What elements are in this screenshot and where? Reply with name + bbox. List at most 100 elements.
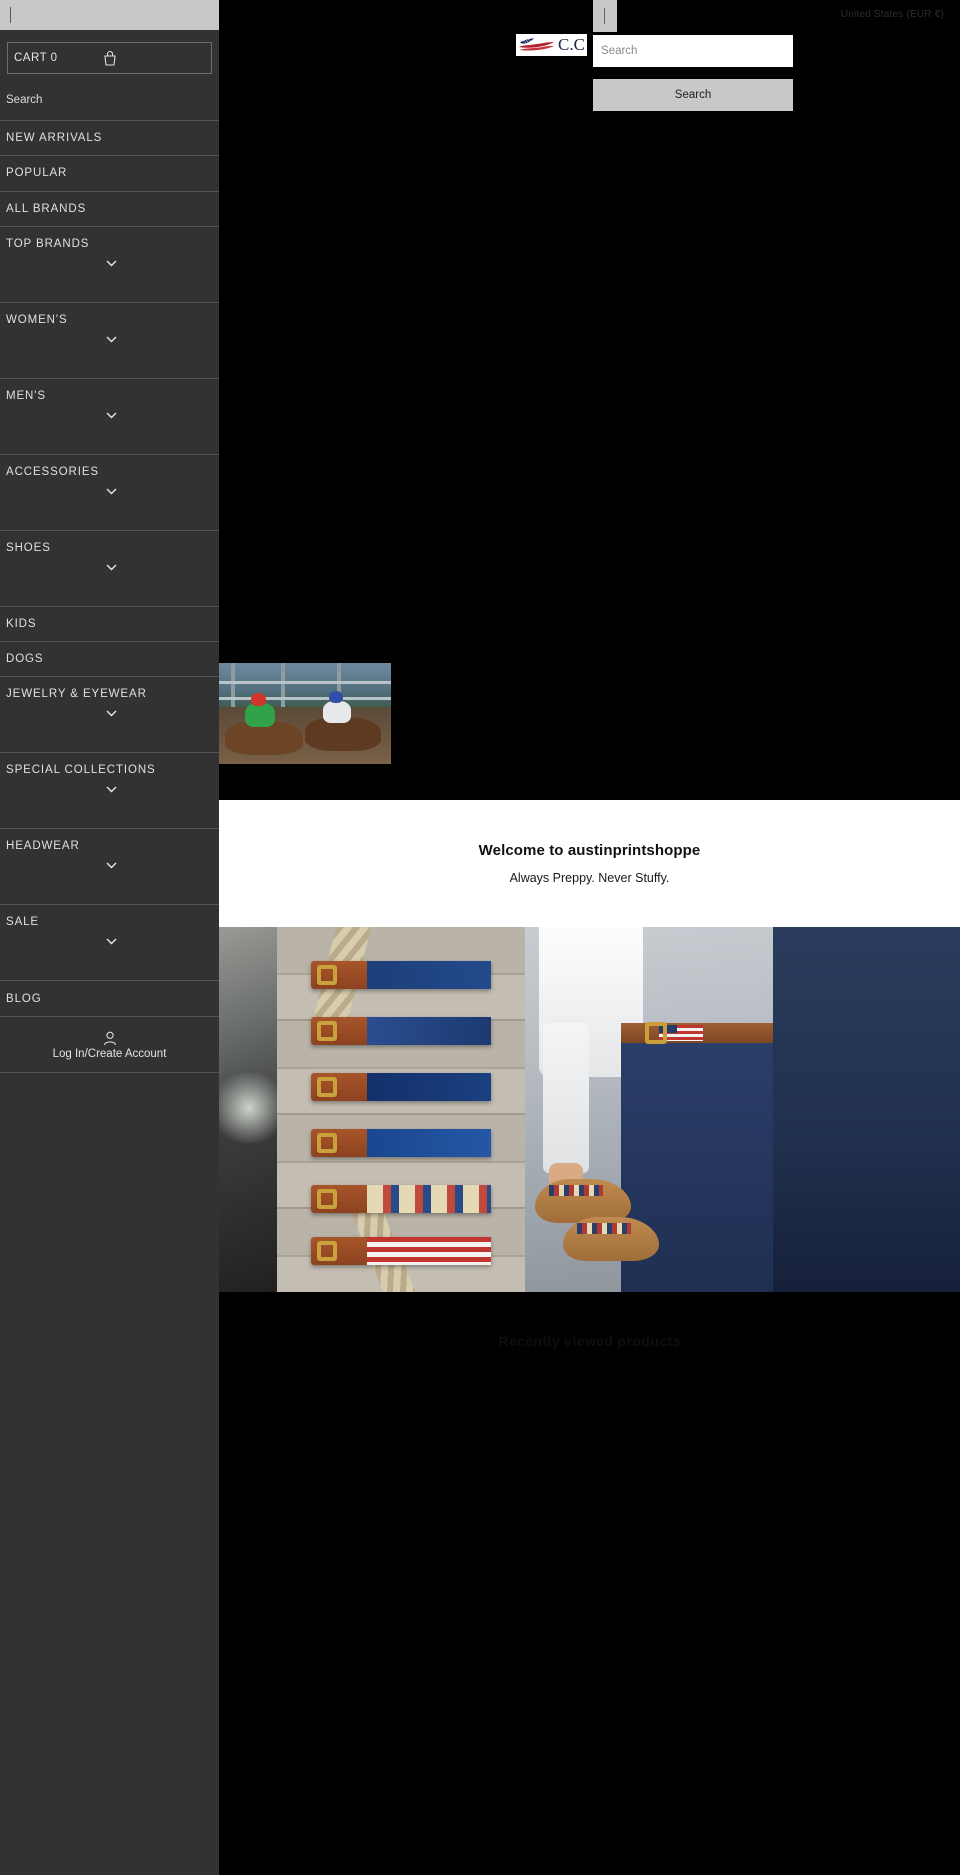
site-logo[interactable]: C.C [516,34,587,56]
user-icon [103,1031,117,1046]
chevron-down-icon[interactable] [106,786,117,793]
chevron-down-icon[interactable] [106,710,117,717]
sidebar-item-blog[interactable]: BLOG [0,981,219,1017]
chevron-down-icon[interactable] [106,862,117,869]
sidebar-item-label: SPECIAL COLLECTIONS [6,764,156,777]
sidebar-item-label: HEADWEAR [6,840,80,853]
sidebar-item-new-arrivals[interactable]: NEW ARRIVALS [0,121,219,157]
belt-buckle [645,1022,667,1044]
track-rail [219,681,391,684]
belt-webbing [367,1237,491,1265]
sidebar-item-headwear[interactable]: HEADWEAR [0,829,219,906]
sidebar-item-label: KIDS [6,618,37,631]
sidebar-search-link[interactable]: Search [0,79,219,121]
chevron-down-icon[interactable] [106,260,117,267]
sidebar-item-kids[interactable]: KIDS [0,607,219,643]
sidebar-item-dogs[interactable]: DOGS [0,642,219,678]
chevron-down-icon[interactable] [106,564,117,571]
chevron-down-icon[interactable] [106,488,117,495]
gallery-tile-street[interactable] [219,927,277,1292]
sidebar-item-jewelry-eyewear[interactable]: JEWELRY & EYEWEAR [0,677,219,754]
rail-post [231,663,235,710]
loafer-ribbon-strap [577,1223,631,1234]
page-subtitle: Always Preppy. Never Stuffy. [509,871,670,885]
sidebar-item-label: MEN'S [6,389,46,402]
account-link[interactable]: Log In/Create Account [0,1017,219,1073]
sidebar-item-label: POPULAR [6,167,68,180]
section-heading: Recently viewed products [498,1333,681,1349]
belt-item[interactable] [311,961,491,989]
sidebar-search-field[interactable] [0,0,219,30]
sidebar-item-top-brands[interactable]: TOP BRANDS [0,227,219,303]
cart-label: CART 0 [14,52,58,64]
sidebar-item-label: WOMEN'S [6,313,68,326]
shopping-bag-icon [102,50,118,67]
track-rail [219,697,391,700]
belt-buckle [317,1021,337,1041]
sidebar-item-shoes[interactable]: SHOES [0,531,219,607]
product-image-gallery [219,927,960,1292]
search-panel-tab[interactable] [593,0,617,32]
welcome-section: Welcome to austinprintshoppe Always Prep… [219,800,960,927]
sidebar-item-mens[interactable]: MEN'S [0,379,219,455]
belt-item[interactable] [311,1185,491,1213]
page-title: Welcome to austinprintshoppe [478,842,701,859]
belt-webbing [367,1017,491,1045]
belt-webbing [367,1185,491,1213]
belt-item[interactable] [311,1129,491,1157]
page-root: CART 0 Search NEW ARRIVALS POPULAR ALL B… [0,0,960,1875]
belt-buckle [317,1133,337,1153]
belt-webbing [367,1073,491,1101]
sidebar-search-label: Search [6,93,43,106]
text-cursor [604,8,605,24]
sidebar-item-label: SALE [6,916,40,929]
logo-wordmark: C.C [558,35,585,54]
shirt-sleeve [543,1023,589,1173]
belt-buckle [317,1241,337,1261]
hero-banner [219,30,960,800]
overflow-background [773,927,960,1292]
sidebar-item-sale[interactable]: SALE [0,905,219,982]
sidebar-item-accessories[interactable]: ACCESSORIES [0,455,219,531]
sidebar-item-label: DOGS [6,653,44,666]
sidebar-item-special-collections[interactable]: SPECIAL COLLECTIONS [0,753,219,830]
jockey-silks [245,703,275,727]
text-cursor [10,7,11,23]
sidebar-navigation: CART 0 Search NEW ARRIVALS POPULAR ALL B… [0,0,219,1875]
belt-webbing [367,1129,491,1157]
gallery-tile-belts[interactable] [277,927,525,1292]
belt-buckle [317,1077,337,1097]
sidebar-item-all-brands[interactable]: ALL BRANDS [0,192,219,227]
chevron-down-icon[interactable] [106,336,117,343]
search-input[interactable] [593,35,793,67]
street-highlight [219,1073,277,1143]
usa-flag-logo-icon [518,36,556,54]
sidebar-item-label: NEW ARRIVALS [6,132,103,145]
chevron-down-icon[interactable] [106,938,117,945]
gallery-tile-loafers[interactable] [525,927,773,1292]
worn-flag-belt [621,1023,773,1043]
belt-buckle [317,965,337,985]
loafer-shoe[interactable] [563,1217,659,1261]
sidebar-item-label: TOP BRANDS [6,237,90,250]
belt-item[interactable] [311,1073,491,1101]
belt-item[interactable] [311,1237,491,1265]
belt-item[interactable] [311,1017,491,1045]
search-input-wrapper[interactable] [593,35,793,67]
sidebar-content: CART 0 Search NEW ARRIVALS POPULAR ALL B… [0,30,219,1073]
sidebar-menu-list: NEW ARRIVALS POPULAR ALL BRANDS TOP BRAN… [0,121,219,1017]
top-bar: United States (EUR €) [219,0,960,30]
jockey-helmet [329,691,343,703]
sidebar-item-womens[interactable]: WOMEN'S [0,303,219,379]
gallery-tile-overflow[interactable] [773,927,960,1292]
jockey-silks [323,701,351,723]
chevron-down-icon[interactable] [106,412,117,419]
locale-selector[interactable]: United States (EUR €) [841,9,944,20]
sidebar-item-label: ACCESSORIES [6,465,99,478]
page-background-fill [219,1292,960,1875]
cart-button[interactable]: CART 0 [7,42,212,74]
search-submit-button[interactable]: Search [593,79,793,111]
sidebar-item-popular[interactable]: POPULAR [0,156,219,192]
account-label: Log In/Create Account [52,1047,167,1060]
belt-webbing [367,961,491,989]
